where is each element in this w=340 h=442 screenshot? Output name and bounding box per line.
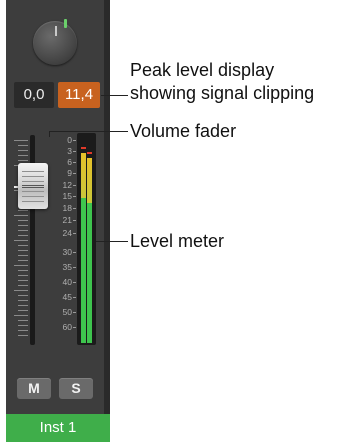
fader-scale-tick: [73, 208, 76, 209]
fader-scale-label: 12: [62, 180, 72, 190]
fader-scale-label: 18: [62, 203, 72, 213]
fader-scale-tick: [73, 327, 76, 328]
fader-tick: [18, 260, 28, 261]
fader-scale-tick: [73, 267, 76, 268]
fader-scale-tick: [73, 233, 76, 234]
callout-line-fader-drop: [49, 131, 50, 137]
channel-strip-edge: [104, 0, 110, 442]
fader-scale-tick: [73, 252, 76, 253]
fader-scale-label: 9: [67, 168, 72, 178]
fader-scale-tick: [73, 196, 76, 197]
fader-grip-line: [22, 185, 44, 186]
fader-tick: [18, 210, 28, 211]
fader-tick: [18, 225, 28, 226]
fader-scale-label: 60: [62, 322, 72, 332]
fader-scale-tick: [73, 297, 76, 298]
fader-scale-tick: [73, 173, 76, 174]
fader-scale-label: 6: [67, 157, 72, 167]
level-meter: [77, 133, 96, 345]
fader-tick: [14, 315, 28, 316]
fader-scale-label: 3: [67, 146, 72, 156]
solo-button[interactable]: S: [59, 378, 93, 399]
fader-scale-label: 0: [67, 135, 72, 145]
fader-tick: [14, 290, 28, 291]
pan-center-marker: [64, 19, 67, 28]
fader-tick: [18, 270, 28, 271]
callout-peak-line1: Peak level display: [130, 60, 275, 80]
fader-tick: [18, 245, 28, 246]
fader-tick: [14, 140, 28, 141]
fader-tick: [18, 335, 28, 336]
fader-grip-line: [22, 181, 44, 182]
fader-tick: [18, 325, 28, 326]
meter-peak-hold: [87, 152, 92, 154]
fader-grip-line: [22, 191, 44, 192]
volume-fader[interactable]: [18, 163, 48, 209]
fader-grip-line: [22, 187, 44, 188]
fader-grip-line: [22, 171, 44, 172]
callout-level-meter: Level meter: [130, 231, 225, 251]
fader-scale-label: 15: [62, 191, 72, 201]
fader-scale-tick: [73, 220, 76, 221]
fader-scale-label: 24: [62, 228, 72, 238]
callout-line-peak: [101, 95, 128, 96]
fader-scale-tick: [73, 282, 76, 283]
fader-tick: [18, 255, 28, 256]
fader-tick: [18, 235, 28, 236]
fader-tick: [18, 330, 28, 331]
meter-segment-yellow: [87, 158, 92, 203]
fader-tick: [18, 230, 28, 231]
fader-tick: [18, 280, 28, 281]
fader-scale-label: 50: [62, 307, 72, 317]
fader-grip-line: [22, 176, 44, 177]
meter-segment-green: [87, 203, 92, 343]
fader-tick: [14, 265, 28, 266]
fader-tick: [18, 320, 28, 321]
callout-peak-display: Peak level display showing signal clippi…: [130, 59, 314, 105]
callout-line-meter: [96, 241, 128, 242]
fader-tick: [18, 250, 28, 251]
fader-tick: [18, 300, 28, 301]
fader-tick: [18, 285, 28, 286]
meter-peak-hold: [81, 147, 86, 149]
fader-grip-line: [22, 201, 44, 202]
fader-tick: [18, 275, 28, 276]
volume-value-display[interactable]: 0,0: [14, 82, 54, 108]
fader-scale-tick: [73, 151, 76, 152]
meter-segment-yellow: [81, 153, 86, 198]
fader-tick: [18, 150, 28, 151]
meter-segment-green: [81, 198, 86, 343]
fader-scale-tick: [73, 162, 76, 163]
fader-tick: [14, 240, 28, 241]
fader-scale-label: 40: [62, 277, 72, 287]
callout-volume-fader: Volume fader: [130, 121, 237, 141]
callout-peak-line2: showing signal clipping: [130, 83, 315, 103]
callout-line-fader: [49, 131, 128, 132]
fader-scale-tick: [73, 140, 76, 141]
fader-scale-label: 35: [62, 262, 72, 272]
fader-scale-tick: [73, 185, 76, 186]
fader-tick: [18, 155, 28, 156]
fader-tick: [14, 215, 28, 216]
fader-grip-line: [22, 196, 44, 197]
meter-bar-left: [81, 153, 86, 343]
meter-bar-right: [87, 158, 92, 343]
fader-scale-tick: [73, 312, 76, 313]
track-name[interactable]: Inst 1: [6, 414, 110, 442]
peak-level-display[interactable]: 11,4: [58, 82, 100, 108]
fader-scale-label: 30: [62, 247, 72, 257]
fader-tick: [18, 160, 28, 161]
fader-tick: [18, 310, 28, 311]
fader-tick: [18, 145, 28, 146]
fader-scale-label: 21: [62, 215, 72, 225]
fader-tick: [18, 295, 28, 296]
fader-tick: [18, 220, 28, 221]
pan-knob-indicator: [55, 26, 57, 36]
fader-tick: [18, 305, 28, 306]
fader-scale-label: 45: [62, 292, 72, 302]
mute-button[interactable]: M: [17, 378, 51, 399]
